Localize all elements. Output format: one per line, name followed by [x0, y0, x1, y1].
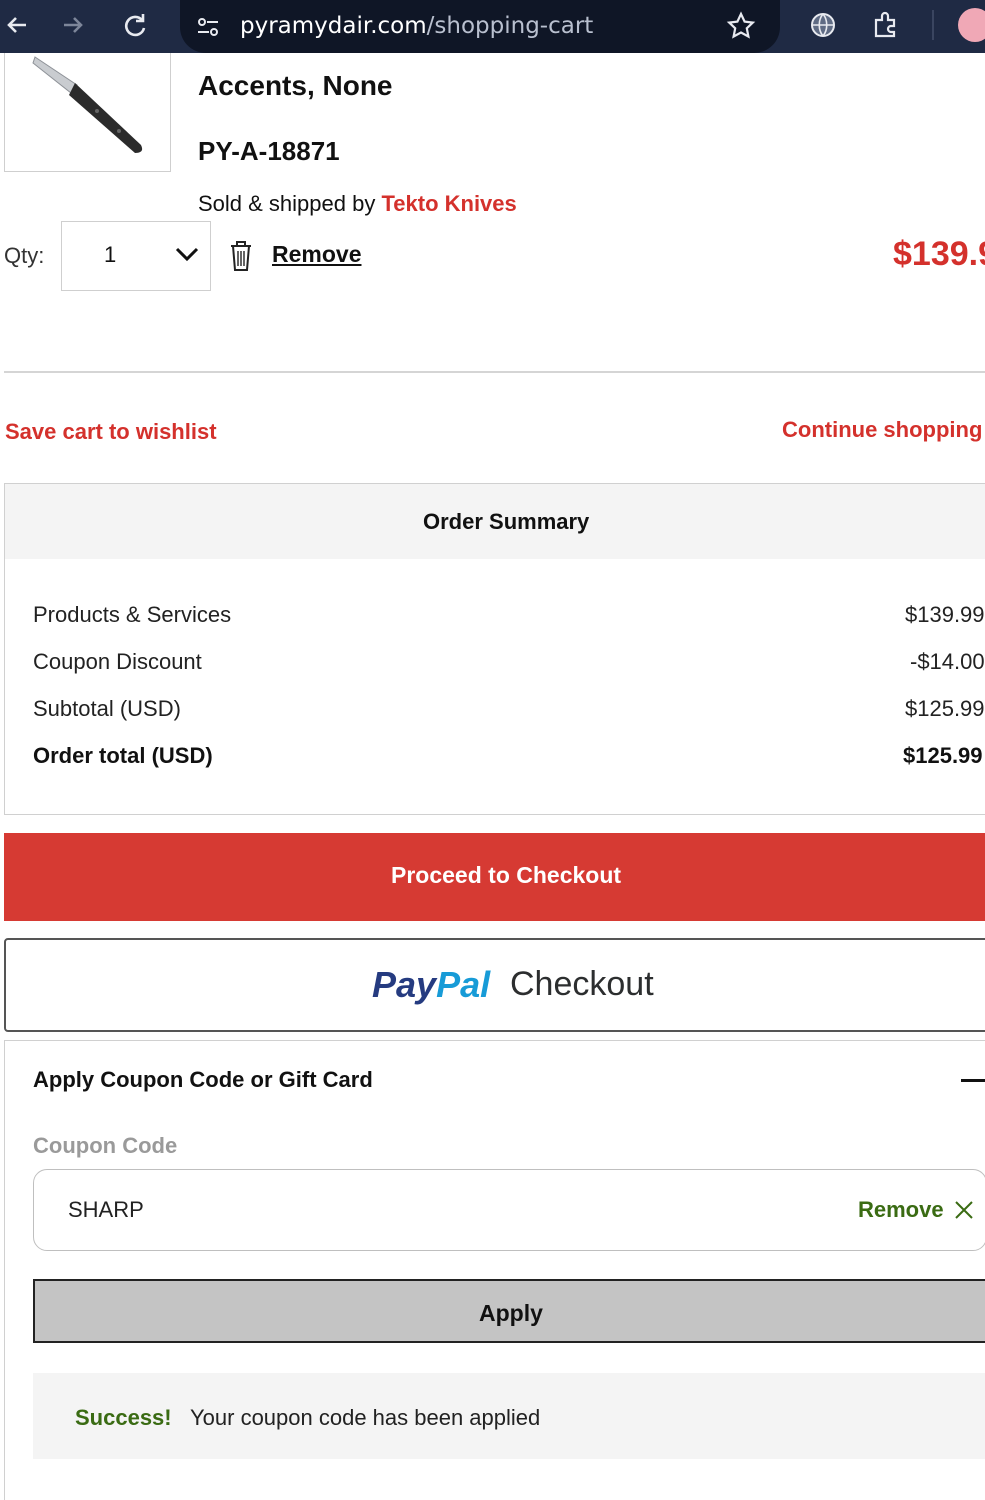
- browser-toolbar: pyramydair.com/shopping-cart: [0, 0, 985, 53]
- coupon-remove-link[interactable]: Remove: [858, 1197, 944, 1223]
- close-icon[interactable]: [954, 1200, 974, 1225]
- qty-label: Qty:: [4, 243, 45, 268]
- proceed-to-checkout-label: Proceed to Checkout: [391, 862, 622, 888]
- save-cart-wishlist-link[interactable]: Save cart to wishlist: [5, 419, 217, 445]
- toolbar-separator: [932, 10, 934, 40]
- address-bar[interactable]: pyramydair.com/shopping-cart: [180, 0, 780, 53]
- url-text: pyramydair.com/shopping-cart: [240, 13, 593, 39]
- reload-icon[interactable]: [120, 10, 150, 40]
- coupon-section: Apply Coupon Code or Gift Card Coupon Co…: [4, 1040, 985, 1500]
- product-sku: PY-A-18871: [198, 136, 340, 166]
- item-price: $139.99: [893, 235, 985, 273]
- paypal-checkout-label: Checkout: [510, 965, 654, 1003]
- product-title-line-1: ▀▀▀▀▀▀▀▀▀▀▀▀▀▀▀▀▀▀▀▀▀▀▀▀▀: [198, 53, 694, 67]
- remove-item-link[interactable]: Remove: [272, 241, 361, 268]
- summary-label-coupon: Coupon Discount: [33, 649, 202, 674]
- translate-icon[interactable]: [808, 10, 838, 40]
- summary-amount-total: $125.99: [903, 743, 983, 768]
- apply-coupon-button[interactable]: Apply: [33, 1279, 985, 1343]
- summary-amount-products: $139.99: [905, 602, 985, 627]
- apply-coupon-label: Apply: [479, 1300, 543, 1326]
- success-label: Success!: [75, 1405, 172, 1430]
- order-summary-header: Order Summary: [5, 484, 985, 559]
- paypal-checkout-button[interactable]: PayPal Checkout: [4, 938, 985, 1032]
- bookmark-star-icon[interactable]: [726, 11, 756, 46]
- summary-amount-subtotal: $125.99: [905, 696, 985, 721]
- success-message: Your coupon code has been applied: [190, 1405, 541, 1430]
- summary-label-products: Products & Services: [33, 602, 232, 627]
- sold-by-prefix: Sold & shipped by: [198, 191, 376, 216]
- extensions-icon[interactable]: [870, 10, 900, 40]
- sold-by: Sold & shipped by Tekto Knives: [198, 191, 517, 217]
- trash-icon[interactable]: [227, 237, 255, 278]
- product-title[interactable]: Accents, None: [198, 70, 393, 102]
- order-summary-title: Order Summary: [423, 509, 590, 534]
- quantity-value: 1: [104, 242, 117, 267]
- paypal-logo: PayPal: [372, 964, 490, 1006]
- url-domain: pyramydair.com: [240, 13, 427, 39]
- continue-shopping-link[interactable]: Continue shopping: [782, 417, 982, 443]
- back-arrow-icon[interactable]: [2, 10, 32, 40]
- chevron-down-icon: [174, 244, 200, 269]
- coupon-code-field[interactable]: SHARP Remove: [33, 1169, 985, 1251]
- url-path: /shopping-cart: [426, 13, 594, 39]
- divider: [4, 371, 985, 373]
- coupon-section-title[interactable]: Apply Coupon Code or Gift Card: [33, 1067, 373, 1093]
- success-message-box: Success! Your coupon code has been appli…: [33, 1373, 985, 1459]
- forward-arrow-icon[interactable]: [58, 10, 88, 40]
- cart-page: ▀▀▀▀▀▀▀▀▀▀▀▀▀▀▀▀▀▀▀▀▀▀▀▀▀ Accents, None …: [0, 53, 985, 1500]
- summary-amount-coupon: -$14.00: [910, 649, 985, 674]
- paypal-logo-pal: Pal: [436, 964, 491, 1005]
- profile-avatar[interactable]: [958, 8, 985, 42]
- seller-link[interactable]: Tekto Knives: [381, 191, 516, 216]
- coupon-code-value: SHARP: [68, 1197, 144, 1222]
- product-thumbnail[interactable]: [4, 53, 171, 172]
- knife-image: [32, 56, 143, 153]
- quantity-select[interactable]: 1: [61, 221, 211, 291]
- collapse-minus-icon[interactable]: [961, 1079, 985, 1082]
- summary-label-total: Order total (USD): [33, 743, 213, 768]
- proceed-to-checkout-button[interactable]: Proceed to Checkout: [4, 833, 985, 921]
- paypal-logo-pay: Pay: [372, 964, 437, 1005]
- coupon-code-label: Coupon Code: [33, 1133, 178, 1158]
- summary-label-subtotal: Subtotal (USD): [33, 696, 181, 721]
- site-settings-icon[interactable]: [194, 13, 222, 46]
- order-summary: Order Summary Products & Services $139.9…: [4, 483, 985, 815]
